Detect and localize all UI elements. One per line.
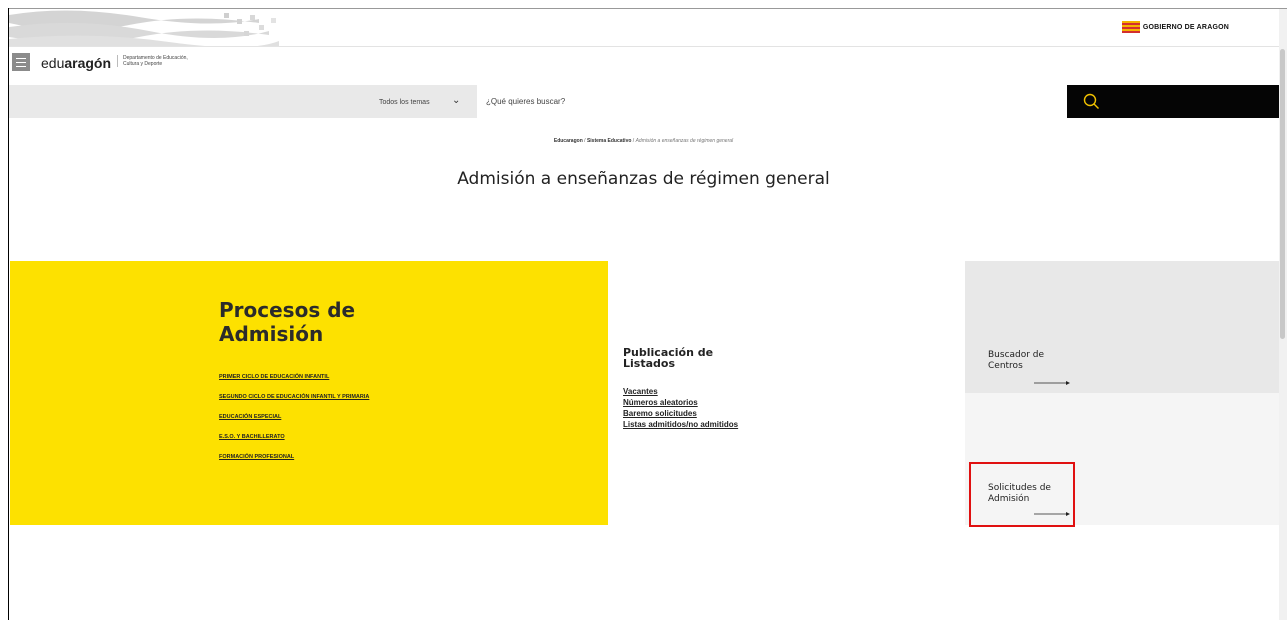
- menu-line-icon: [16, 58, 26, 59]
- solicitudes-admision-card[interactable]: Solicitudes de Admisión: [965, 393, 1279, 525]
- listados-title: Publicación de Listados: [623, 346, 714, 370]
- card-title: Buscador de Centros: [988, 350, 1045, 371]
- list-item: EDUCACIÓN ESPECIAL: [219, 414, 369, 420]
- link-segundo-ciclo-infantil-primaria[interactable]: SEGUNDO CICLO DE EDUCACIÓN INFANTIL Y PR…: [219, 394, 369, 400]
- search-icon: [1083, 93, 1099, 109]
- arrow-right-icon: [1034, 512, 1070, 516]
- list-item: Números aleatorios: [623, 397, 738, 408]
- arrow-right-icon: [1034, 381, 1070, 385]
- breadcrumb-link-sistema-educativo[interactable]: Sistema Educativo: [587, 138, 631, 144]
- educaragon-logo[interactable]: eduaragón: [41, 55, 111, 71]
- link-formacion-profesional[interactable]: FORMACIÓN PROFESIONAL: [219, 454, 294, 460]
- top-header: GOBIERNO DE ARAGON: [9, 9, 1279, 47]
- link-eso-bachillerato[interactable]: E.S.O. Y BACHILLERATO: [219, 434, 285, 440]
- chevron-down-icon: ⌄: [452, 95, 461, 106]
- brand-bar: eduaragón Departamento de Educación, Cul…: [9, 47, 1279, 85]
- breadcrumb-separator: /: [632, 138, 635, 144]
- brand-bold-text: aragón: [64, 55, 112, 71]
- list-item: Listas admitidos/no admitidos: [623, 419, 738, 430]
- aragon-flag-icon: [1121, 21, 1140, 33]
- procesos-title: Procesos de Admisión: [219, 298, 356, 346]
- link-educacion-especial[interactable]: EDUCACIÓN ESPECIAL: [219, 414, 281, 420]
- header-decorative-pattern: [9, 9, 289, 46]
- topic-select[interactable]: Todos los temas ⌄: [364, 92, 466, 112]
- vertical-scrollbar[interactable]: [1279, 9, 1287, 620]
- department-subtitle: Departamento de Educación, Cultura y Dep…: [117, 55, 203, 67]
- gobierno-aragon-logo[interactable]: GOBIERNO DE ARAGON: [1121, 21, 1229, 33]
- scrollbar-thumb[interactable]: [1280, 49, 1285, 339]
- link-listas-admitidos[interactable]: Listas admitidos/no admitidos: [623, 420, 738, 429]
- link-vacantes[interactable]: Vacantes: [623, 387, 658, 396]
- list-item: FORMACIÓN PROFESIONAL: [219, 454, 369, 460]
- search-input[interactable]: [477, 85, 1067, 118]
- list-item: Baremo solicitudes: [623, 408, 738, 419]
- list-item: E.S.O. Y BACHILLERATO: [219, 434, 369, 440]
- list-item: Vacantes: [623, 386, 738, 397]
- publicacion-listados-panel: Publicación de Listados Vacantes Números…: [608, 261, 965, 525]
- breadcrumb-link-educaragon[interactable]: Educaragon: [554, 138, 583, 144]
- listados-links: Vacantes Números aleatorios Baremo solic…: [623, 386, 738, 430]
- menu-line-icon: [16, 66, 26, 67]
- gov-logo-text: GOBIERNO DE ARAGON: [1142, 23, 1229, 31]
- breadcrumb-current: Admisión a enseñanzas de régimen general: [635, 138, 734, 144]
- menu-line-icon: [16, 62, 26, 63]
- topic-select-label: Todos los temas: [379, 99, 430, 106]
- procesos-admision-panel: Procesos de Admisión PRIMER CICLO DE EDU…: [10, 261, 608, 525]
- search-button[interactable]: [1067, 85, 1283, 118]
- breadcrumb: Educaragon / Sistema Educativo / Admisió…: [0, 138, 1287, 144]
- breadcrumb-separator: /: [584, 138, 586, 144]
- list-item: PRIMER CICLO DE EDUCACIÓN INFANTIL: [219, 374, 369, 380]
- list-item: SEGUNDO CICLO DE EDUCACIÓN INFANTIL Y PR…: [219, 394, 369, 400]
- link-numeros-aleatorios[interactable]: Números aleatorios: [623, 398, 698, 407]
- brand-light-text: edu: [41, 55, 65, 71]
- hamburger-menu-button[interactable]: [12, 53, 30, 71]
- link-baremo-solicitudes[interactable]: Baremo solicitudes: [623, 409, 697, 418]
- card-title: Solicitudes de Admisión: [988, 483, 1051, 504]
- search-bar: Todos los temas ⌄: [9, 85, 1283, 118]
- buscador-centros-card[interactable]: Buscador de Centros: [965, 261, 1279, 393]
- link-primer-ciclo-infantil[interactable]: PRIMER CICLO DE EDUCACIÓN INFANTIL: [219, 374, 329, 380]
- procesos-links: PRIMER CICLO DE EDUCACIÓN INFANTIL SEGUN…: [219, 374, 369, 474]
- page-title: Admisión a enseñanzas de régimen general: [457, 169, 830, 189]
